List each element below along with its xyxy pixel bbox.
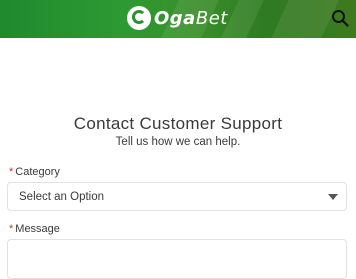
site-logo[interactable]: OgaBet — [127, 4, 228, 32]
logo-primary: Oga — [154, 7, 196, 29]
search-icon[interactable] — [331, 9, 349, 27]
message-label: * Message — [9, 223, 60, 235]
category-label-text: Category — [15, 166, 60, 178]
category-label: * Category — [9, 166, 60, 178]
header-decoration — [271, 0, 339, 38]
page-title: Contact Customer Support — [73, 114, 283, 133]
logo-secondary: Bet — [195, 7, 228, 29]
required-marker: * — [9, 166, 14, 178]
site-header: OgaBet — [0, 0, 356, 38]
category-select[interactable]: Select an Option — [7, 182, 347, 211]
page-subtitle: Tell us how we can help. — [115, 136, 241, 148]
logo-text: OgaBet — [154, 8, 228, 29]
logo-ball-icon — [127, 6, 151, 30]
message-textarea[interactable] — [7, 239, 347, 279]
category-selected-value: Select an Option — [19, 191, 105, 203]
required-marker: * — [9, 223, 14, 235]
message-label-text: Message — [15, 223, 60, 235]
chevron-down-icon — [328, 194, 338, 200]
